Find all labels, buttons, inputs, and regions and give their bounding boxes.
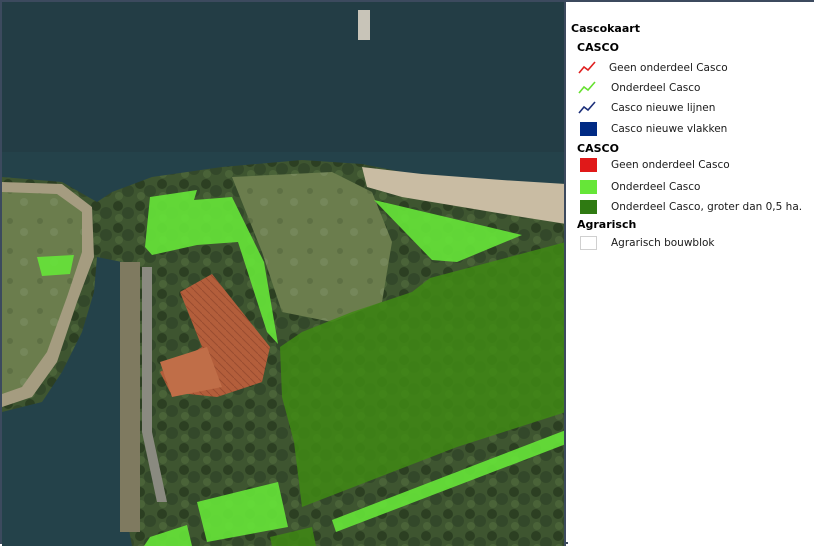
legend-item-label: Onderdeel Casco bbox=[611, 82, 701, 94]
line-icon bbox=[578, 81, 596, 94]
fill-swatch bbox=[578, 199, 598, 215]
legend-item-label: Agrarisch bouwblok bbox=[611, 237, 715, 249]
legend-item-label: Casco nieuwe lijnen bbox=[611, 102, 716, 114]
legend-group-heading: CASCO bbox=[577, 41, 619, 54]
legend-item-nieuwe-lijnen[interactable]: Casco nieuwe lijnen bbox=[578, 100, 813, 118]
legend-panel: Cascokaart CASCO Geen onderdeel Casco On… bbox=[568, 2, 814, 546]
legend-title: Cascokaart bbox=[571, 22, 640, 35]
legend-item-label: Geen onderdeel Casco bbox=[609, 62, 728, 74]
legend-item-agrarisch-bouwblok[interactable]: Agrarisch bouwblok bbox=[578, 235, 813, 253]
legend-item-nieuwe-vlakken[interactable]: Casco nieuwe vlakken bbox=[578, 121, 813, 139]
fill-swatch bbox=[578, 179, 598, 195]
legend-item-label: Geen onderdeel Casco bbox=[611, 159, 730, 171]
legend-item-onderdeel-fill[interactable]: Onderdeel Casco bbox=[578, 179, 813, 197]
casco-polygon-west[interactable] bbox=[37, 255, 74, 276]
canal-bank bbox=[120, 262, 140, 532]
legend-item-label: Casco nieuwe vlakken bbox=[611, 123, 728, 135]
fill-swatch bbox=[578, 235, 598, 251]
map-canvas[interactable] bbox=[2, 2, 566, 546]
legend-group-heading: Agrarisch bbox=[577, 218, 637, 231]
legend-item-geen-onderdeel-fill[interactable]: Geen onderdeel Casco bbox=[578, 157, 813, 175]
legend-item-geen-onderdeel-line[interactable]: Geen onderdeel Casco bbox=[578, 60, 813, 78]
line-icon bbox=[578, 101, 596, 114]
fill-swatch bbox=[578, 121, 598, 137]
legend-item-label: Onderdeel Casco bbox=[611, 181, 701, 193]
legend-item-onderdeel-groot[interactable]: Onderdeel Casco, groter dan 0,5 ha. bbox=[578, 199, 813, 217]
open-water-north bbox=[2, 2, 564, 152]
pier bbox=[358, 10, 370, 40]
map-window-frame: Cascokaart CASCO Geen onderdeel Casco On… bbox=[0, 0, 814, 546]
legend-group-heading: CASCO bbox=[577, 142, 619, 155]
map-view[interactable] bbox=[2, 2, 566, 546]
line-icon bbox=[578, 61, 596, 74]
fill-swatch bbox=[578, 157, 598, 173]
legend-item-label: Onderdeel Casco, groter dan 0,5 ha. bbox=[611, 201, 803, 213]
legend-item-onderdeel-line[interactable]: Onderdeel Casco bbox=[578, 80, 813, 98]
